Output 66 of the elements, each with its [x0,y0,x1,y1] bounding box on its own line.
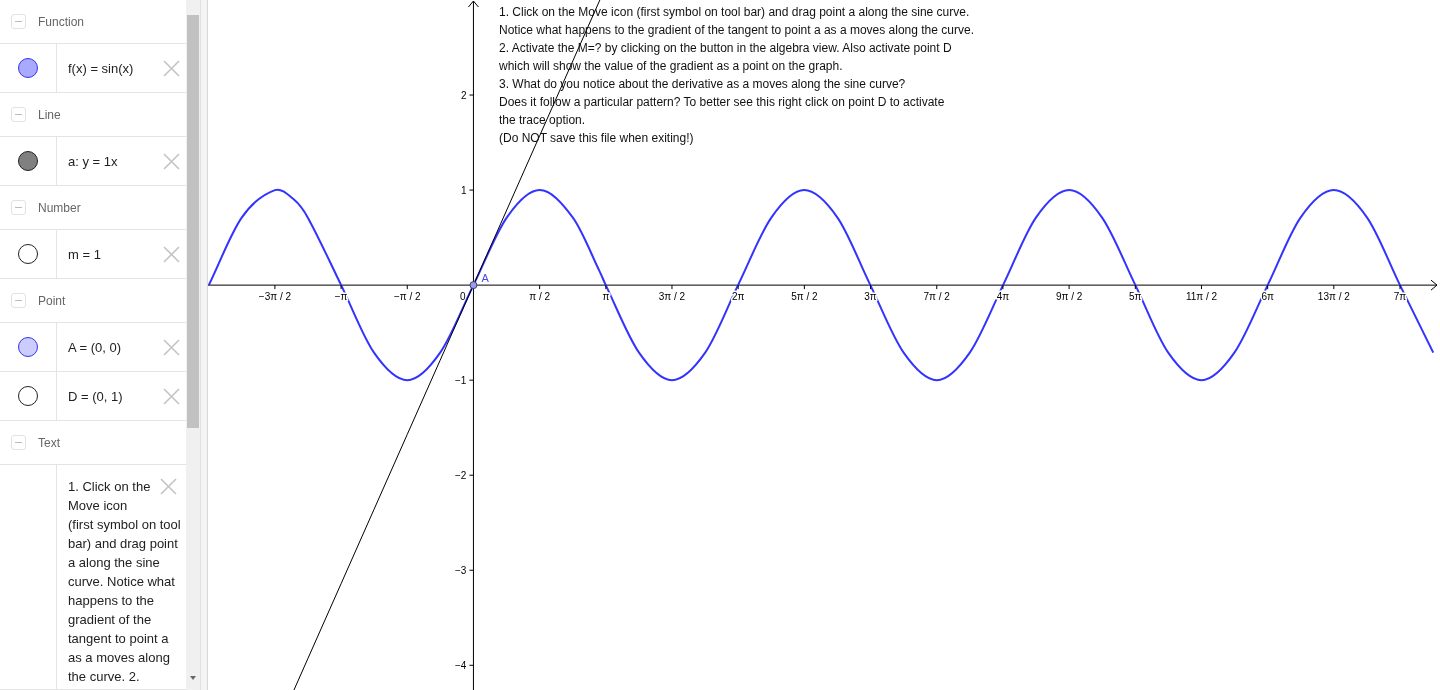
text-object[interactable]: 1. Click on the Move icon (first symbol on tool bar) and drag point a along the sine curve. Notice what happens to the gradient of the tangent to point a as a moves along the curve. 2. [57,465,186,689]
collapse-toggle[interactable] [11,435,26,450]
collapse-toggle[interactable] [11,200,26,215]
tick-label: 2 [460,90,467,102]
tick-label: 5π [1129,291,1142,303]
point-marker[interactable] [469,281,478,290]
tick-label: π / 2 [529,291,551,303]
tick-label: −3π / 2 [258,291,291,303]
panel-splitter[interactable] [200,0,208,690]
tick-label: π [602,291,610,303]
collapse-toggle[interactable] [11,14,26,29]
algebra-expression[interactable]: D = (0, 1) [57,372,160,420]
tick-label: 3π / 2 [658,291,686,303]
collapse-toggle[interactable] [11,107,26,122]
tick-label: −π / 2 [393,291,421,303]
delete-button[interactable] [160,336,182,358]
tick-label: 11π / 2 [1185,291,1218,303]
visibility-toggle[interactable] [18,58,38,78]
category-label: Number [38,200,81,215]
category-label: Function [38,14,85,29]
tick-label: 6π [1261,291,1274,303]
instruction-text: (Do NOT save this file when exiting!) [499,130,695,147]
function-graph[interactable] [208,188,1435,382]
delete-button[interactable] [160,57,182,79]
tick-label: −π [334,291,348,303]
delete-button[interactable] [157,475,179,497]
close-icon [162,59,180,77]
tick-label: −4 [455,660,467,672]
delete-button[interactable] [160,385,182,407]
close-icon [162,338,180,356]
tick-label: 1 [460,185,467,197]
instruction-text: Notice what happens to the gradient of the tangent to point a as a moves along the curve. [499,22,974,39]
category-label: Text [38,435,60,450]
algebra-expression[interactable]: a: y = 1x [57,137,160,185]
tick-label: −2 [455,470,467,482]
category-label: Line [38,107,61,122]
collapse-toggle[interactable] [11,293,26,308]
algebra-expression[interactable]: f(x) = sin(x) [57,44,160,92]
tick-label: 13π / 2 [1317,291,1350,303]
point-label: A [481,272,489,285]
visibility-toggle[interactable] [18,386,38,406]
visibility-toggle[interactable] [18,244,38,264]
algebra-expression[interactable]: A = (0, 0) [57,323,160,371]
close-icon [162,387,180,405]
delete-button[interactable] [160,243,182,265]
visibility-toggle[interactable] [18,337,38,357]
visibility-toggle[interactable] [18,151,38,171]
algebra-expression[interactable]: m = 1 [57,230,160,278]
tick-label: 3π [864,291,877,303]
delete-button[interactable] [160,150,182,172]
close-icon [162,245,180,263]
tick-label: 9π / 2 [1055,291,1083,303]
tick-label: −1 [455,375,467,387]
close-icon [159,477,177,495]
tick-label: 7π [1393,291,1407,303]
tick-label: 5π / 2 [791,291,818,303]
tick-label: 2π [731,291,745,303]
origin-label: 0 [459,291,466,303]
scrollbar[interactable] [186,0,200,690]
category-label: Point [38,293,66,308]
tick-label: 7π / 2 [923,291,950,303]
tick-label: 4π [996,291,1010,303]
instruction-text: 2. Activate the M=? by clicking on the button in the algebra view. Also activate point D [499,40,953,57]
tick-label: −3 [455,565,467,577]
close-icon [162,152,180,170]
instruction-text: the trace option. [499,112,587,129]
